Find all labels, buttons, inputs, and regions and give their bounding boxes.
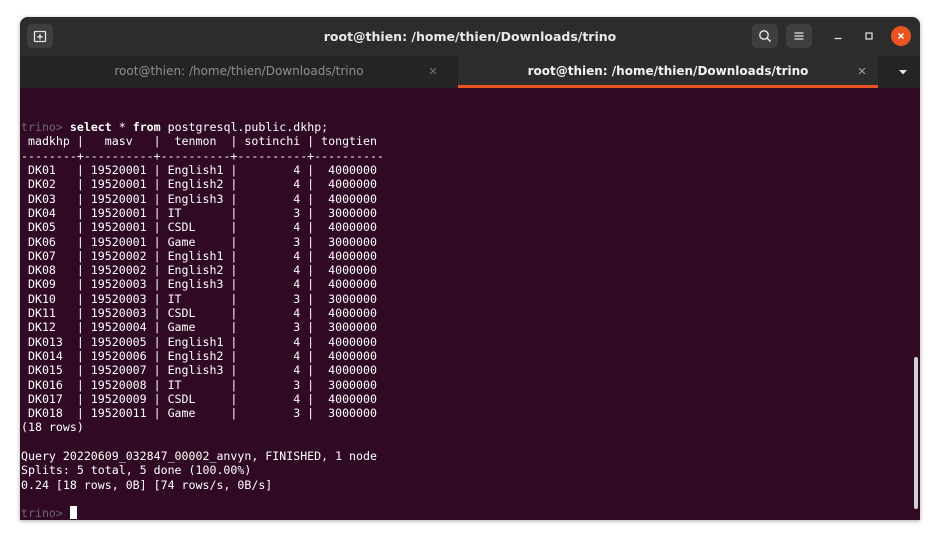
table-row: DK06 | 19520001 | Game | 3 | 3000000 <box>21 234 384 249</box>
search-icon <box>759 30 772 43</box>
final-prompt: trino> <box>21 506 63 520</box>
final-prompt-line: trino> <box>21 506 77 520</box>
table-separator: --------+----------+----------+---------… <box>21 148 384 163</box>
title-bar[interactable]: root@thien: /home/thien/Downloads/trino <box>20 17 920 56</box>
menu-button[interactable] <box>786 24 812 48</box>
terminal-content[interactable]: trino> select * from postgresql.public.d… <box>20 88 913 520</box>
splits-info: Splits: 5 total, 5 done (100.00%) <box>21 463 252 477</box>
close-icon <box>898 33 904 39</box>
table-header: madkhp | masv | tenmon | sotinchi | tong… <box>21 134 384 148</box>
tab-1[interactable]: root@thien: /home/thien/Downloads/trino <box>20 56 458 88</box>
table-row: DK08 | 19520002 | English2 | 4 | 4000000 <box>21 263 384 278</box>
table-row: DK014 | 19520006 | English2 | 4 | 400000… <box>21 348 384 363</box>
command-table: postgresql.public.dkhp; <box>160 120 329 134</box>
command-star: * <box>111 120 133 134</box>
close-icon[interactable] <box>427 65 439 77</box>
table-row: DK10 | 19520003 | IT | 3 | 3000000 <box>21 291 384 306</box>
minimize-button[interactable] <box>828 26 848 46</box>
table-row: DK016 | 19520008 | IT | 3 | 3000000 <box>21 377 384 392</box>
table-row: DK05 | 19520001 | CSDL | 4 | 4000000 <box>21 220 384 235</box>
table-row: DK04 | 19520001 | IT | 3 | 3000000 <box>21 205 384 220</box>
terminal-window: root@thien: /home/thien/Downloads/trino <box>20 17 920 520</box>
scrollbar[interactable] <box>913 95 920 520</box>
chevron-down-icon[interactable] <box>894 65 912 79</box>
table-row: DK07 | 19520002 | English1 | 4 | 4000000 <box>21 248 384 263</box>
text-cursor <box>69 506 77 519</box>
table-row: DK03 | 19520001 | English3 | 4 | 4000000 <box>21 191 384 206</box>
table-row: DK018 | 19520011 | Game | 3 | 3000000 <box>21 406 384 421</box>
tab-2[interactable]: root@thien: /home/thien/Downloads/trino <box>458 56 878 88</box>
table-row: DK09 | 19520003 | English3 | 4 | 4000000 <box>21 277 384 292</box>
table-row: DK12 | 19520004 | Game | 3 | 3000000 <box>21 320 384 335</box>
maximize-icon <box>865 32 873 40</box>
prompt: trino> <box>21 120 63 134</box>
command-keyword-select: select <box>69 120 112 134</box>
close-icon[interactable] <box>856 65 868 77</box>
tab-1-label: root@thien: /home/thien/Downloads/trino <box>114 64 364 78</box>
row-count: (18 rows) <box>21 420 84 434</box>
command-keyword-from: from <box>132 120 161 134</box>
command-line: trino> select * from postgresql.public.d… <box>21 120 328 134</box>
table-row: DK02 | 19520001 | English2 | 4 | 4000000 <box>21 177 384 192</box>
table-row: DK01 | 19520001 | English1 | 4 | 4000000 <box>21 163 384 177</box>
query-info: Query 20220609_032847_00002_anvyn, FINIS… <box>21 449 377 463</box>
search-button[interactable] <box>752 24 778 48</box>
close-button[interactable] <box>891 26 911 46</box>
tab-bar: root@thien: /home/thien/Downloads/trino … <box>20 56 920 88</box>
scrollbar-thumb[interactable] <box>914 357 918 509</box>
maximize-button[interactable] <box>859 26 879 46</box>
table-row: DK015 | 19520007 | English3 | 4 | 400000… <box>21 363 384 378</box>
table-row: DK017 | 19520009 | CSDL | 4 | 4000000 <box>21 391 384 406</box>
table-row: DK11 | 19520003 | CSDL | 4 | 4000000 <box>21 306 384 320</box>
table-row: DK013 | 19520005 | English1 | 4 | 400000… <box>21 334 384 349</box>
minimize-icon <box>834 37 842 40</box>
window-title: root@thien: /home/thien/Downloads/trino <box>323 29 617 44</box>
hamburger-menu-icon <box>794 32 804 40</box>
stats-info: 0.24 [18 rows, 0B] [74 rows/s, 0B/s] <box>21 477 273 492</box>
tab-2-label: root@thien: /home/thien/Downloads/trino <box>527 64 809 78</box>
